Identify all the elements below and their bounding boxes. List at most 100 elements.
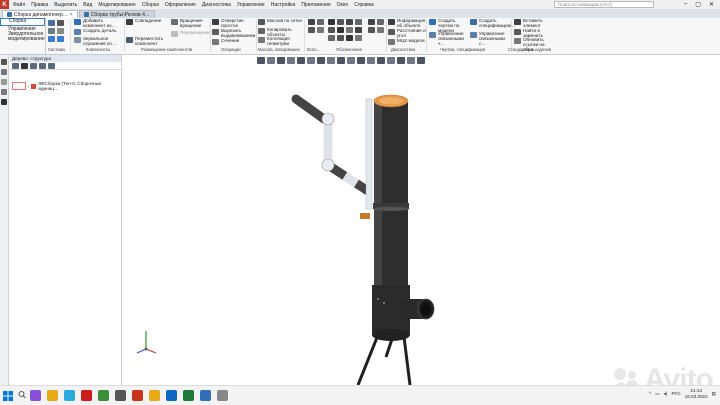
menu-item-control[interactable]: Управление	[237, 2, 265, 8]
stats-icon[interactable]	[377, 27, 384, 33]
app-logo-icon[interactable]: K	[0, 0, 9, 9]
angle-icon[interactable]	[337, 35, 344, 41]
settings-view-icon[interactable]	[417, 56, 425, 64]
structure-view-icon[interactable]	[21, 62, 28, 69]
open-icon[interactable]	[57, 20, 64, 26]
render-icon[interactable]	[377, 56, 385, 64]
diameter-icon[interactable]	[355, 35, 362, 41]
display-mode-icon[interactable]	[317, 56, 325, 64]
base-icon[interactable]	[328, 27, 335, 33]
redo-icon[interactable]	[57, 36, 64, 42]
clock[interactable]: 21:13 16.03.2022	[685, 388, 708, 400]
tab-solid-modeling[interactable]: Звердотельное моделирование	[0, 31, 45, 41]
select-filter-icon[interactable]	[407, 56, 415, 64]
create-part-button[interactable]: Создать деталь	[74, 28, 122, 35]
new-document-icon[interactable]	[48, 20, 55, 26]
menu-item-apps[interactable]: Приложения	[301, 2, 330, 8]
menu-item-view[interactable]: Вид	[83, 2, 92, 8]
rotate-view-icon[interactable]	[287, 56, 295, 64]
leader-icon[interactable]	[346, 19, 353, 25]
save-icon[interactable]	[48, 28, 55, 34]
text-icon[interactable]	[355, 19, 362, 25]
manage-drawings-button[interactable]: Управление связанными ч…	[429, 31, 469, 46]
collision-icon[interactable]	[368, 27, 375, 33]
menu-item-edit[interactable]: Правка	[31, 2, 48, 8]
hide-icon[interactable]	[347, 56, 355, 64]
manage-specs-button[interactable]: Управление связанными с…	[470, 31, 510, 46]
command-search-input[interactable]: Поиск по командам (Alt+/)	[553, 1, 654, 8]
variables-icon[interactable]	[1, 89, 7, 95]
plane-icon[interactable]	[308, 19, 315, 25]
check-icon[interactable]	[377, 19, 384, 25]
geometry-collection-button[interactable]: Коллекция геометрии	[258, 36, 304, 47]
roughness-icon[interactable]	[337, 19, 344, 25]
app-icon-yandex[interactable]	[149, 390, 160, 401]
tab-assembly[interactable]: Сборка	[0, 18, 45, 26]
displacement-button[interactable]: Перемещение	[171, 30, 211, 37]
coincidence-button[interactable]: Совпадение	[126, 18, 170, 25]
orientation-icon[interactable]	[307, 56, 315, 64]
tree-item-root-assembly[interactable]: › ФКСборка (Тел-0, Сборочных единиц…	[10, 81, 122, 91]
group-icon[interactable]	[30, 62, 37, 69]
create-spec-button[interactable]: Создать спецификацию…	[470, 18, 516, 29]
app-icon-word[interactable]	[166, 390, 177, 401]
menu-item-select[interactable]: Выделить	[54, 2, 77, 8]
mirror-component-button[interactable]: Зеркальное отражение ко…	[74, 36, 122, 47]
tray-arrow-icon[interactable]: ^	[649, 391, 651, 396]
measure-icon[interactable]	[368, 19, 375, 25]
mark-icon[interactable]	[355, 27, 362, 33]
menu-item-help[interactable]: Справка	[354, 2, 374, 8]
mass-properties-button[interactable]: МЦХ модели	[388, 38, 426, 45]
maximize-icon[interactable]: ▢	[695, 1, 701, 8]
expand-arrow-icon[interactable]: ›	[28, 84, 30, 89]
cs-icon[interactable]	[317, 27, 324, 33]
app-icon-mail[interactable]	[200, 390, 211, 401]
perspective-icon[interactable]	[327, 56, 335, 64]
move-component-button[interactable]: Переместить компонент	[126, 36, 170, 47]
app-icon-explorer[interactable]	[47, 390, 58, 401]
menu-icon[interactable]	[1, 99, 7, 105]
app-icon-chrome[interactable]	[98, 390, 109, 401]
menu-item-assembly[interactable]: Сборка	[142, 2, 159, 8]
undo-icon[interactable]	[48, 36, 55, 42]
pan-icon[interactable]	[277, 56, 285, 64]
parameters-icon[interactable]	[1, 79, 7, 85]
print-icon[interactable]	[57, 28, 64, 34]
properties-icon[interactable]	[1, 69, 7, 75]
tab-document-1[interactable]: Сборка динамогенер… ×	[2, 10, 78, 18]
tree-icon[interactable]	[1, 59, 7, 65]
stove-3d-model[interactable]	[282, 85, 452, 385]
close-tab-icon[interactable]: ×	[70, 12, 73, 18]
menu-item-window[interactable]: Окно	[337, 2, 349, 8]
layers-icon[interactable]	[367, 56, 375, 64]
zoom-window-icon[interactable]	[267, 56, 275, 64]
menu-item-file[interactable]: Файл	[13, 2, 25, 8]
network-icon[interactable]: ▭	[655, 391, 659, 397]
minimize-icon[interactable]: –	[684, 1, 687, 8]
axis-icon[interactable]	[317, 19, 324, 25]
grid-pattern-button[interactable]: Массив по сетке	[258, 18, 304, 25]
zoom-icon[interactable]	[257, 56, 265, 64]
filter-icon[interactable]	[12, 62, 19, 69]
app-icon-paint[interactable]	[217, 390, 228, 401]
app-icon-opera[interactable]	[81, 390, 92, 401]
windows-start-icon[interactable]	[3, 391, 13, 401]
show-all-icon[interactable]	[357, 56, 365, 64]
menu-item-settings[interactable]: Настройка	[271, 2, 296, 8]
section-button[interactable]: Сечение	[212, 38, 256, 45]
filter-view-icon[interactable]	[397, 56, 405, 64]
sort-icon[interactable]	[39, 62, 46, 69]
app-icon-teams[interactable]	[30, 390, 41, 401]
dimension-icon[interactable]	[328, 19, 335, 25]
radius-icon[interactable]	[346, 35, 353, 41]
volume-icon[interactable]: ◂)	[664, 391, 668, 397]
close-icon[interactable]: ✕	[709, 1, 714, 8]
menu-item-modeling[interactable]: Моделирование	[98, 2, 135, 8]
rotate-button[interactable]: Вращение-вращение	[171, 18, 209, 29]
tolerance-icon[interactable]	[337, 27, 344, 33]
app-icon-kompas[interactable]	[132, 390, 143, 401]
menu-item-formatting[interactable]: Оформление	[165, 2, 196, 8]
app-icon-media[interactable]	[115, 390, 126, 401]
fit-icon[interactable]	[297, 56, 305, 64]
thread-icon[interactable]	[328, 35, 335, 41]
